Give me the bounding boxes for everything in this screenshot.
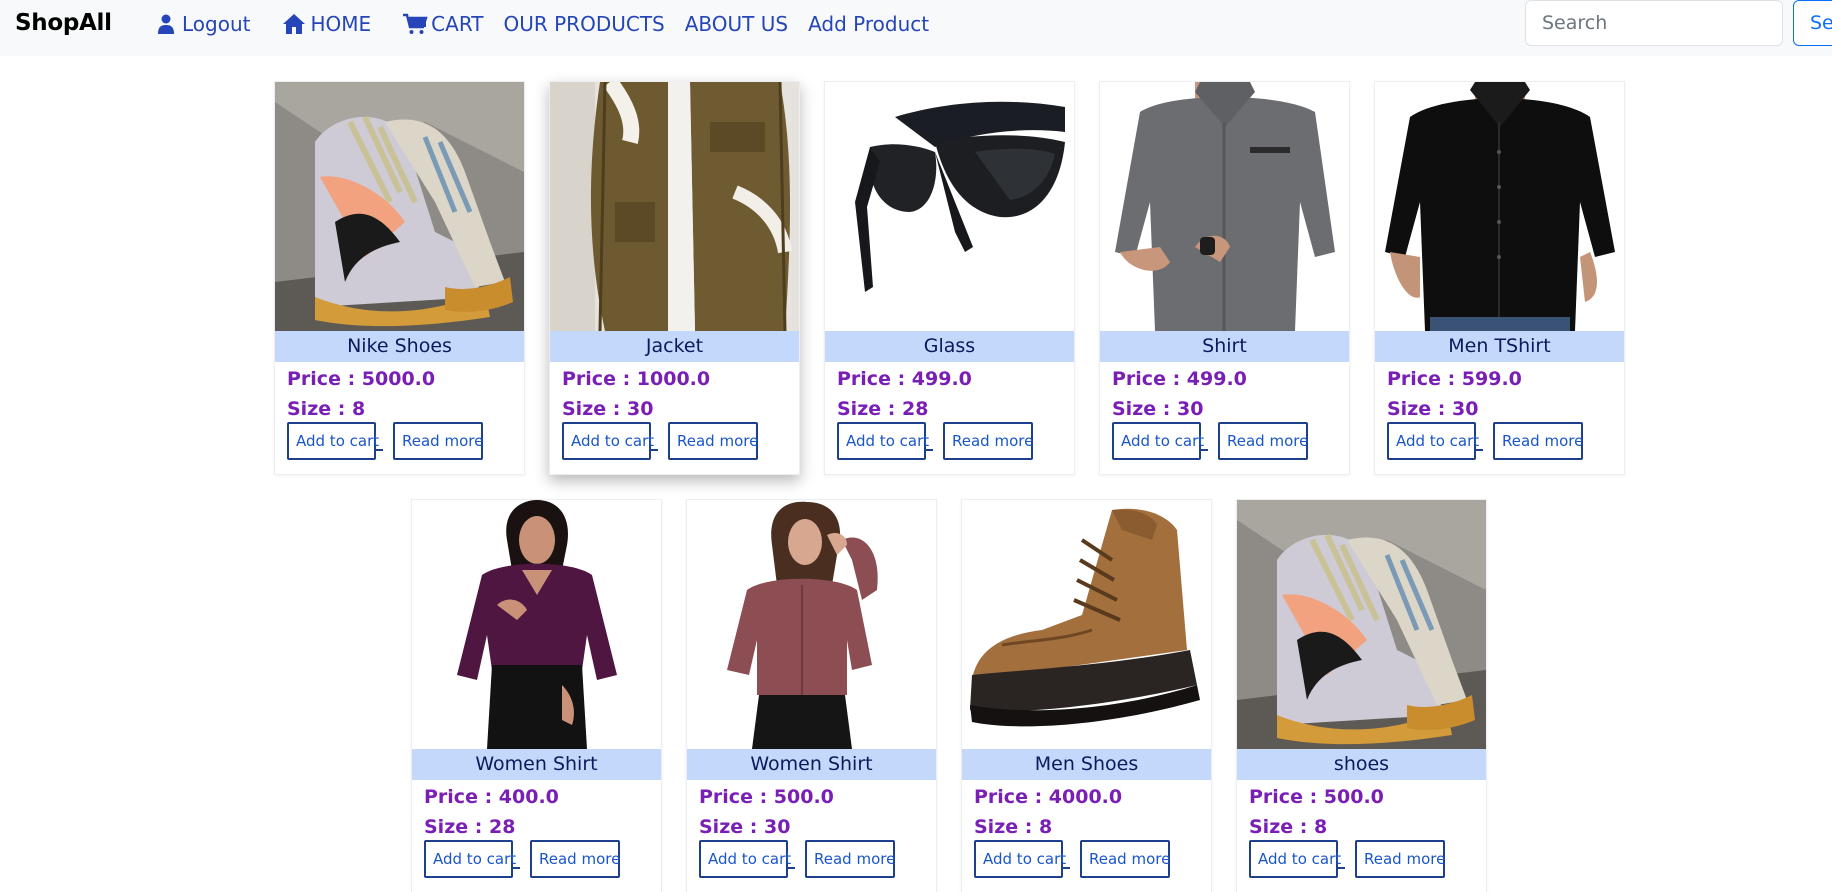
product-size: Size : 28 xyxy=(424,816,516,838)
product-title: Men Shoes xyxy=(962,749,1211,780)
add-to-cart-button[interactable]: Add to cart xyxy=(974,840,1066,878)
product-card: Shirt Price : 499.0 Size : 30 Add to car… xyxy=(1099,81,1350,475)
product-card: shoes Price : 500.0 Size : 8 Add to cart… xyxy=(1236,499,1487,892)
product-card: Men TShirt Price : 599.0 Size : 30 Add t… xyxy=(1374,81,1625,475)
divider xyxy=(513,867,520,869)
product-card: Women Shirt Price : 500.0 Size : 30 Add … xyxy=(686,499,937,892)
product-card: Jacket Price : 1000.0 Size : 30 Add to c… xyxy=(549,81,800,475)
search-button[interactable]: Se xyxy=(1793,0,1832,46)
product-size: Size : 28 xyxy=(837,398,929,420)
product-card: Men Shoes Price : 4000.0 Size : 8 Add to… xyxy=(961,499,1212,892)
nav-home-label: HOME xyxy=(310,12,372,36)
product-title: Nike Shoes xyxy=(275,331,524,362)
product-title: Shirt xyxy=(1100,331,1349,362)
add-to-cart-button[interactable]: Add to cart xyxy=(837,422,929,460)
product-size: Size : 8 xyxy=(287,398,366,420)
product-image[interactable] xyxy=(687,500,936,749)
product-price: Price : 500.0 xyxy=(1249,786,1384,808)
divider xyxy=(651,449,658,451)
product-image[interactable] xyxy=(412,500,661,749)
read-more-button[interactable]: Read more xyxy=(530,840,620,878)
read-more-button[interactable]: Read more xyxy=(668,422,758,460)
product-size: Size : 30 xyxy=(1112,398,1204,420)
nav-cart-link[interactable]: CART xyxy=(401,12,483,36)
divider xyxy=(376,449,383,451)
product-size: Size : 8 xyxy=(974,816,1053,838)
add-to-cart-button[interactable]: Add to cart xyxy=(1112,422,1204,460)
nav-cart-label: CART xyxy=(431,12,484,36)
divider xyxy=(1476,449,1483,451)
read-more-button[interactable]: Read more xyxy=(1218,422,1308,460)
product-title: Women Shirt xyxy=(412,749,661,780)
divider xyxy=(1201,449,1208,451)
product-size: Size : 30 xyxy=(699,816,791,838)
read-more-button[interactable]: Read more xyxy=(393,422,483,460)
product-title: Glass xyxy=(825,331,1074,362)
product-price: Price : 5000.0 xyxy=(287,368,436,390)
product-price: Price : 499.0 xyxy=(1112,368,1247,390)
nav-links: Logout HOME CART OUR PRODUCTS ABOUT US A… xyxy=(152,10,949,38)
product-title: shoes xyxy=(1237,749,1486,780)
user-icon xyxy=(152,12,180,36)
product-price: Price : 4000.0 xyxy=(974,786,1123,808)
read-more-button[interactable]: Read more xyxy=(1355,840,1445,878)
product-size: Size : 30 xyxy=(562,398,654,420)
add-to-cart-button[interactable]: Add to cart xyxy=(287,422,379,460)
divider xyxy=(1338,867,1345,869)
product-title: Women Shirt xyxy=(687,749,936,780)
add-to-cart-button[interactable]: Add to cart xyxy=(699,840,791,878)
nav-our-products-link[interactable]: OUR PRODUCTS xyxy=(503,12,664,36)
product-price: Price : 599.0 xyxy=(1387,368,1522,390)
add-to-cart-button[interactable]: Add to cart xyxy=(562,422,654,460)
product-card: Women Shirt Price : 400.0 Size : 28 Add … xyxy=(411,499,662,892)
navbar: ShopAll Logout HOME CART OUR PRODUCTS AB… xyxy=(0,0,1832,56)
product-card: Glass Price : 499.0 Size : 28 Add to car… xyxy=(824,81,1075,475)
product-image[interactable] xyxy=(1237,500,1486,749)
read-more-button[interactable]: Read more xyxy=(805,840,895,878)
nav-our-products-label: OUR PRODUCTS xyxy=(503,12,665,36)
read-more-button[interactable]: Read more xyxy=(1493,422,1583,460)
add-to-cart-button[interactable]: Add to cart xyxy=(1387,422,1479,460)
read-more-button[interactable]: Read more xyxy=(943,422,1033,460)
product-price: Price : 499.0 xyxy=(837,368,972,390)
nav-logout-label: Logout xyxy=(182,12,251,36)
home-icon xyxy=(280,12,308,36)
product-title: Jacket xyxy=(550,331,799,362)
divider xyxy=(788,867,795,869)
product-card: Nike Shoes Price : 5000.0 Size : 8 Add t… xyxy=(274,81,525,475)
divider xyxy=(926,449,933,451)
product-price: Price : 1000.0 xyxy=(562,368,711,390)
nav-add-product-label: Add Product xyxy=(808,12,930,36)
product-title: Men TShirt xyxy=(1375,331,1624,362)
search-input[interactable] xyxy=(1525,0,1783,46)
nav-logout-link[interactable]: Logout xyxy=(152,12,250,36)
product-size: Size : 8 xyxy=(1249,816,1328,838)
add-to-cart-button[interactable]: Add to cart xyxy=(424,840,516,878)
cart-icon xyxy=(401,12,429,36)
product-price: Price : 400.0 xyxy=(424,786,559,808)
brand-logo[interactable]: ShopAll xyxy=(15,10,112,36)
product-image[interactable] xyxy=(550,82,799,331)
nav-about-us-link[interactable]: ABOUT US xyxy=(685,12,788,36)
product-image[interactable] xyxy=(962,500,1211,749)
product-image[interactable] xyxy=(1100,82,1349,331)
nav-add-product-link[interactable]: Add Product xyxy=(808,12,929,36)
product-image[interactable] xyxy=(825,82,1074,331)
nav-about-us-label: ABOUT US xyxy=(684,12,789,36)
nav-home-link[interactable]: HOME xyxy=(280,12,371,36)
add-to-cart-button[interactable]: Add to cart xyxy=(1249,840,1341,878)
product-image[interactable] xyxy=(1375,82,1624,331)
product-image[interactable] xyxy=(275,82,524,331)
read-more-button[interactable]: Read more xyxy=(1080,840,1170,878)
product-price: Price : 500.0 xyxy=(699,786,834,808)
divider xyxy=(1063,867,1070,869)
product-size: Size : 30 xyxy=(1387,398,1479,420)
